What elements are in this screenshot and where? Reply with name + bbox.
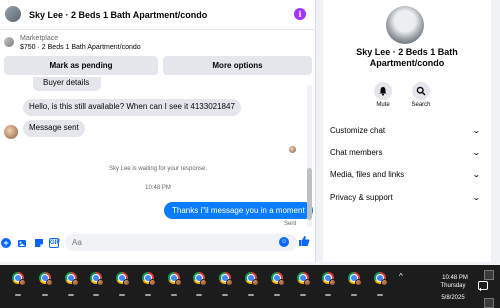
profile-badge-icon	[329, 279, 336, 286]
profile-badge-icon	[226, 279, 233, 286]
profile-badge-icon	[19, 279, 26, 286]
chrome-taskbar-icon[interactable]	[243, 270, 259, 286]
chat-title[interactable]: Sky Lee · 2 Beds 1 Bath Apartment/condo	[29, 10, 207, 20]
chrome-taskbar-icon[interactable]	[166, 270, 182, 286]
search-label: Search	[411, 102, 431, 108]
search-icon[interactable]	[412, 82, 430, 100]
listing-avatar[interactable]	[5, 6, 21, 22]
profile-badge-icon	[304, 279, 311, 286]
chevron-down-icon: ⌄	[472, 170, 482, 179]
message-status: Sent	[284, 221, 297, 227]
mark-as-pending-button[interactable]: Mark as pending	[4, 56, 158, 75]
section-label: Privacy & support	[330, 193, 393, 202]
chrome-taskbar-icon[interactable]	[114, 270, 130, 286]
profile-badge-icon	[278, 279, 285, 286]
incoming-message[interactable]: Hello, is this still available? When can…	[23, 99, 241, 116]
bell-icon[interactable]	[374, 82, 392, 100]
section-label: Customize chat	[330, 126, 386, 135]
plus-icon[interactable]: +	[1, 238, 11, 248]
mute-label: Mute	[376, 102, 390, 108]
chat-scroll-thumb[interactable]	[307, 168, 312, 220]
profile-badge-icon	[175, 279, 182, 286]
chrome-taskbar-icon[interactable]	[88, 270, 104, 286]
clock-date[interactable]: 5/8/2025	[436, 295, 470, 301]
running-indicator	[171, 294, 177, 296]
seen-indicator-avatar	[289, 146, 296, 153]
running-indicator	[93, 294, 99, 296]
section-label: Media, files and links	[330, 170, 405, 179]
running-indicator	[196, 294, 202, 296]
chrome-taskbar-icon[interactable]	[295, 270, 311, 286]
chrome-taskbar-icon[interactable]	[217, 270, 233, 286]
info-icon[interactable]: i	[294, 8, 306, 20]
chrome-taskbar-icon[interactable]	[140, 270, 156, 286]
profile-badge-icon	[46, 279, 53, 286]
marketplace-label: Marketplace	[20, 35, 59, 42]
sender-avatar[interactable]	[4, 125, 18, 139]
conversation-name: Sky Lee · 2 Beds 1 Bath Apartment/condo	[356, 47, 458, 68]
chrome-taskbar-icon[interactable]	[346, 270, 362, 286]
running-indicator	[351, 294, 357, 296]
message-input[interactable]	[65, 234, 297, 251]
privacy-support-section[interactable]: Privacy & support ⌄	[330, 191, 482, 205]
section-label: Chat members	[330, 148, 383, 157]
chrome-taskbar-icon[interactable]	[320, 270, 336, 286]
outgoing-message[interactable]: Thanks i"il message you in a moment	[164, 202, 313, 219]
customize-chat-section[interactable]: Customize chat ⌄	[330, 124, 482, 138]
more-options-button[interactable]: More options	[163, 56, 312, 75]
profile-badge-icon	[97, 279, 104, 286]
listing-photo[interactable]	[386, 6, 424, 44]
chrome-taskbar-icon[interactable]	[37, 270, 53, 286]
running-indicator	[145, 294, 151, 296]
profile-badge-icon	[200, 279, 207, 286]
profile-badge-icon	[355, 279, 362, 286]
listing-thumbnail	[4, 37, 14, 47]
tray-thumbnail[interactable]	[484, 298, 494, 308]
profile-badge-icon	[252, 279, 259, 286]
chrome-taskbar-icon[interactable]	[372, 270, 388, 286]
running-indicator	[119, 294, 125, 296]
chevron-down-icon: ⌄	[472, 148, 482, 157]
running-indicator	[42, 294, 48, 296]
emoji-icon[interactable]: ☺	[279, 237, 289, 247]
tray-thumbnail[interactable]	[484, 270, 494, 280]
profile-badge-icon	[123, 279, 130, 286]
running-indicator	[274, 294, 280, 296]
notification-icon[interactable]	[478, 281, 488, 291]
gif-icon[interactable]: GIF	[49, 238, 60, 248]
running-indicator	[300, 294, 306, 296]
chevron-up-icon[interactable]: ^	[399, 272, 403, 281]
chrome-taskbar-icon[interactable]	[269, 270, 285, 286]
running-indicator	[68, 294, 74, 296]
running-indicator	[377, 294, 383, 296]
profile-badge-icon	[381, 279, 388, 286]
chevron-down-icon: ⌄	[472, 126, 482, 135]
image-icon[interactable]	[17, 238, 27, 248]
running-indicator	[325, 294, 331, 296]
chevron-down-icon: ⌄	[472, 193, 482, 202]
chrome-taskbar-icon[interactable]	[10, 270, 26, 286]
running-indicator	[15, 294, 21, 296]
like-icon[interactable]	[298, 235, 310, 247]
listing-title[interactable]: $750 · 2 Beds 1 Bath Apartment/condo	[20, 44, 141, 51]
buyer-details-button[interactable]: Buyer details	[33, 77, 101, 91]
timestamp-separator: 10:48 PM	[145, 185, 171, 191]
media-files-links-section[interactable]: Media, files and links ⌄	[330, 168, 482, 182]
chrome-taskbar-icon[interactable]	[191, 270, 207, 286]
running-indicator	[222, 294, 228, 296]
running-indicator	[248, 294, 254, 296]
clock-day[interactable]: Thursday	[436, 283, 470, 289]
profile-badge-icon	[72, 279, 79, 286]
profile-badge-icon	[149, 279, 156, 286]
waiting-notice: Sky Lee is waiting for your response.	[108, 166, 208, 172]
incoming-message[interactable]: Message sent	[23, 120, 85, 137]
sticker-icon[interactable]	[34, 238, 44, 248]
chrome-taskbar-icon[interactable]	[63, 270, 79, 286]
chat-members-section[interactable]: Chat members ⌄	[330, 146, 482, 160]
